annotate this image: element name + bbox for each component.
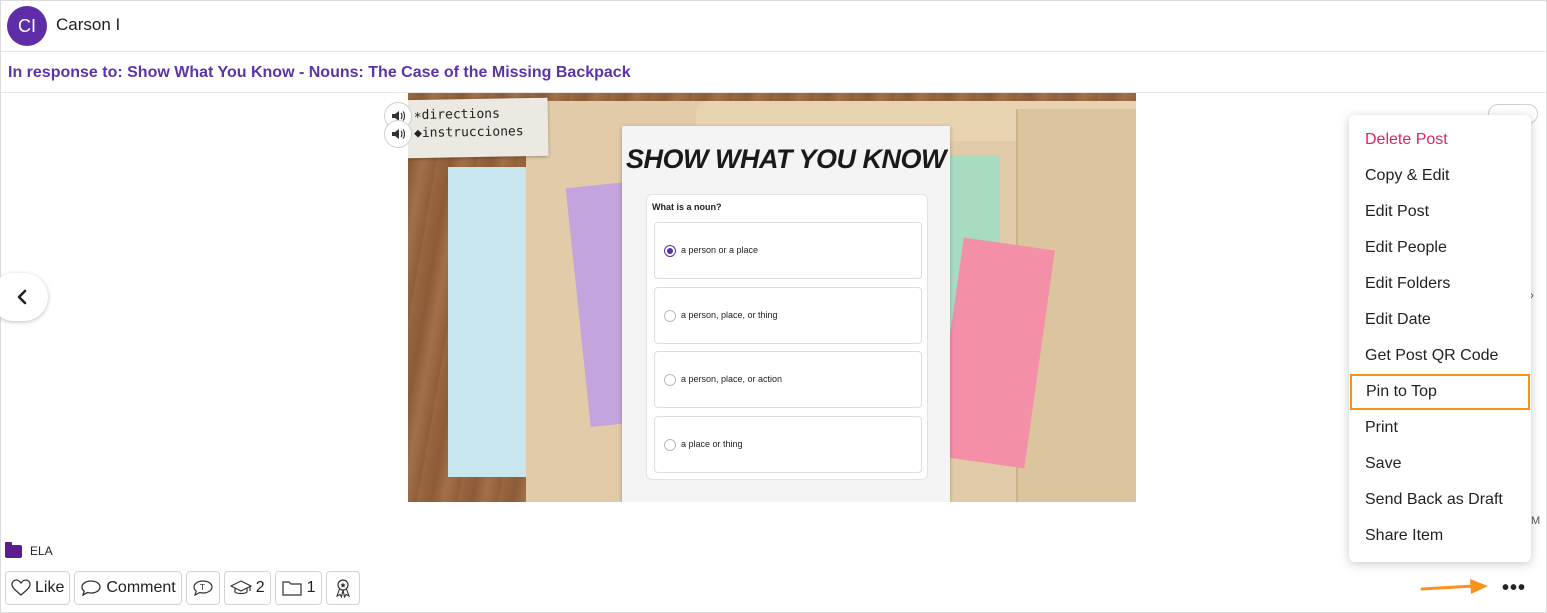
menu-item-copy-edit[interactable]: Copy & Edit	[1349, 158, 1531, 194]
badge-button[interactable]	[325, 571, 360, 605]
post-options-menu: Delete Post Copy & Edit Edit Post Edit P…	[1349, 115, 1531, 562]
award-icon	[335, 579, 350, 598]
instrucciones-audio-button[interactable]	[384, 120, 412, 148]
radio-icon	[664, 439, 676, 451]
graduation-cap-icon	[229, 580, 252, 595]
menu-item-edit-people[interactable]: Edit People	[1349, 230, 1531, 266]
translate-icon: T	[193, 580, 213, 597]
previous-button[interactable]	[0, 273, 48, 321]
folder-label: ELA	[30, 544, 53, 558]
response-bar: In response to: Show What You Know - Nou…	[0, 53, 1547, 93]
avatar[interactable]: CI	[7, 6, 47, 46]
folder-icon	[5, 541, 22, 558]
translate-glyph: T	[199, 583, 205, 592]
instrucciones-text: ◆instrucciones	[413, 124, 524, 142]
answer-option: a person or a place	[654, 222, 922, 279]
menu-item-save[interactable]: Save	[1349, 446, 1531, 482]
answer-text: a place or thing	[681, 439, 743, 449]
post-header: CI Carson I	[0, 0, 1547, 52]
menu-item-pin-to-top[interactable]: Pin to Top	[1350, 374, 1530, 410]
answer-text: a person, place, or thing	[681, 310, 778, 320]
author-name[interactable]: Carson I	[56, 15, 120, 35]
radio-icon	[664, 374, 676, 386]
heart-icon	[11, 579, 31, 596]
chevron-left-icon	[17, 289, 27, 305]
quiz-sheet: SHOW WHAT YOU KNOW What is a noun? a per…	[622, 126, 950, 502]
like-button[interactable]: Like	[5, 571, 71, 605]
post-media-image[interactable]: ∗directions ◆instrucciones SHOW WHAT YOU…	[408, 93, 1136, 502]
folders-button[interactable]: 1	[274, 571, 322, 605]
timestamp-fragment: M	[1531, 515, 1541, 527]
response-link[interactable]: In response to: Show What You Know - Nou…	[8, 64, 631, 82]
folder-tag[interactable]: ELA	[5, 541, 53, 558]
students-count: 2	[255, 579, 265, 596]
comment-label: Comment	[106, 579, 176, 596]
orange-arrow-icon	[1420, 579, 1488, 594]
menu-item-delete-post[interactable]: Delete Post	[1349, 122, 1531, 158]
answer-option: a person, place, or action	[654, 351, 922, 408]
answer-text: a person, place, or action	[681, 374, 783, 384]
answer-option: a person, place, or thing	[654, 287, 922, 344]
comment-icon	[81, 580, 102, 597]
radio-selected-icon	[664, 245, 676, 257]
answer-option: a place or thing	[654, 416, 922, 473]
menu-item-edit-folders[interactable]: Edit Folders	[1349, 266, 1531, 302]
menu-item-share-item[interactable]: Share Item	[1349, 518, 1531, 554]
answer-text: a person or a place	[681, 245, 759, 255]
menu-item-qr-code[interactable]: Get Post QR Code	[1349, 338, 1531, 374]
menu-item-edit-date[interactable]: Edit Date	[1349, 302, 1531, 338]
folders-count: 1	[306, 579, 316, 596]
directions-label: ∗directions ◆instrucciones	[408, 97, 549, 159]
speaker-icon	[392, 129, 405, 139]
more-options-button[interactable]: •••	[1500, 577, 1528, 599]
students-button[interactable]: 2	[223, 571, 271, 605]
action-bar: Like Comment T 2 1	[5, 571, 360, 605]
question-card: What is a noun? a person or a place a pe…	[646, 194, 928, 480]
menu-item-send-back-draft[interactable]: Send Back as Draft	[1349, 482, 1531, 518]
folder-outline-icon	[282, 581, 302, 596]
translate-button[interactable]: T	[185, 571, 220, 605]
comment-button[interactable]: Comment	[74, 571, 182, 605]
avatar-initials: CI	[18, 15, 36, 36]
question-text: What is a noun?	[652, 202, 722, 212]
radio-icon	[664, 310, 676, 322]
directions-text: ∗directions	[413, 106, 500, 124]
like-label: Like	[35, 579, 65, 596]
menu-item-print[interactable]: Print	[1349, 410, 1531, 446]
sheet-title: SHOW WHAT YOU KNOW	[626, 144, 946, 174]
menu-item-edit-post[interactable]: Edit Post	[1349, 194, 1531, 230]
